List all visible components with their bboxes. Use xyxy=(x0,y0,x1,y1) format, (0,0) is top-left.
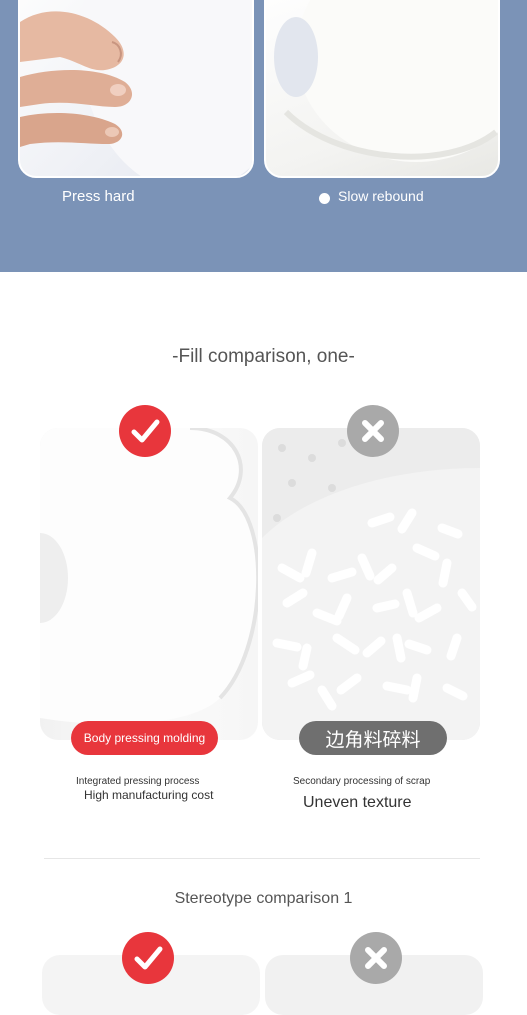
body-molding-card xyxy=(40,428,258,740)
press-hard-caption: Press hard xyxy=(62,188,135,205)
fill-comparison-title: -Fill comparison, one- xyxy=(172,346,355,367)
scrap-label: 边角料碎料 xyxy=(299,721,447,755)
shredded-foam-illustration xyxy=(262,428,480,740)
bullet-dot-icon xyxy=(319,193,330,204)
check-badge xyxy=(122,932,174,984)
body-molding-label: Body pressing molding xyxy=(71,721,218,755)
check-badge xyxy=(119,405,171,457)
uneven-texture-note: Uneven texture xyxy=(303,794,412,811)
secondary-processing-note: Secondary processing of scrap xyxy=(293,776,431,787)
slow-rebound-caption: Slow rebound xyxy=(338,188,424,204)
hand-pressing-illustration xyxy=(20,0,252,176)
slow-rebound-photo xyxy=(264,0,500,178)
check-icon xyxy=(131,419,160,443)
scrap-fill-card xyxy=(262,428,480,740)
cross-icon xyxy=(362,420,384,442)
cross-badge xyxy=(350,932,402,984)
stereotype-comparison-title: Stereotype comparison 1 xyxy=(174,890,353,907)
cross-badge xyxy=(347,405,399,457)
molded-pillow-illustration xyxy=(40,428,258,724)
cross-icon xyxy=(365,947,387,969)
section-divider xyxy=(44,858,480,859)
press-hard-photo xyxy=(18,0,254,178)
pillow-illustration xyxy=(274,0,498,162)
high-cost-note: High manufacturing cost xyxy=(84,788,214,802)
integrated-process-note: Integrated pressing process xyxy=(76,776,200,787)
check-icon xyxy=(134,946,163,970)
